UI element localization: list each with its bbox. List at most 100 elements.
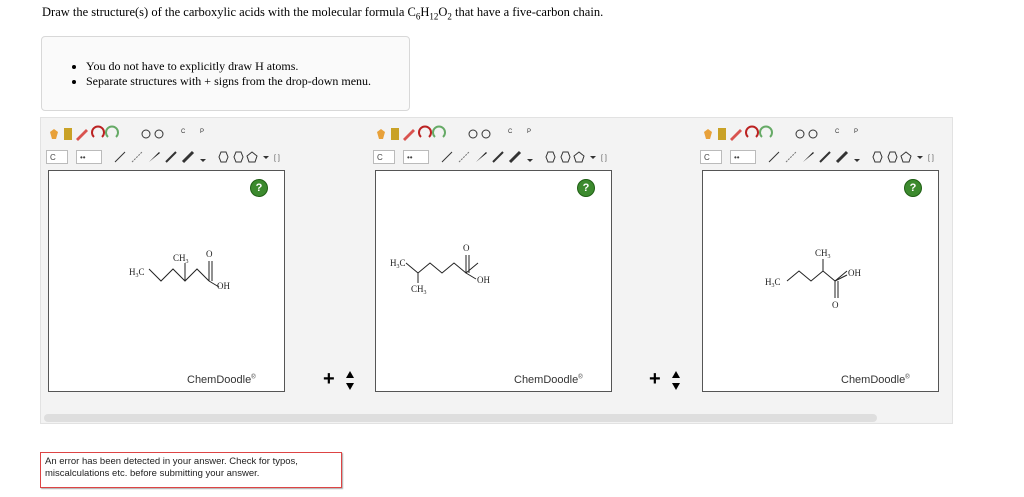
atom-h3c: H3C (390, 258, 406, 270)
ring-tools[interactable]: [ ] (870, 150, 940, 164)
atom-ch3: CH3 (815, 248, 831, 260)
paste-icon: P (200, 129, 204, 135)
chevron-updown-icon (346, 371, 354, 390)
zoom-in-icon (468, 129, 478, 139)
atom-o: O (463, 243, 470, 253)
bond-dots-select[interactable]: •• (730, 150, 756, 164)
bracket-icon: [ ] (928, 155, 934, 162)
benzene-icon (887, 151, 898, 163)
wedge-bond-icon (803, 152, 814, 162)
wedge-bond-icon (476, 152, 487, 162)
molecule-structure: H3C CH3 O OH (129, 249, 230, 291)
ring-tools[interactable]: [ ] (543, 150, 613, 164)
chemdoodle-logo: ChemDoodle® (841, 374, 910, 386)
bond-tools[interactable] (766, 150, 866, 164)
cyclopentane-icon (900, 151, 912, 163)
pencil-icon (76, 129, 88, 141)
zoom-out-icon (481, 129, 491, 139)
chevron-down-icon (917, 156, 923, 159)
hint-box: You do not have to explicitly draw H ato… (41, 36, 410, 111)
chevron-down-icon (590, 156, 596, 159)
atom-oh: OH (217, 281, 230, 291)
cyclohexane-icon (545, 151, 556, 163)
undo-icon (418, 125, 432, 138)
element-select[interactable]: C (700, 150, 722, 164)
undo-icon (745, 125, 759, 138)
zoom-in-icon (795, 129, 805, 139)
paste-icon: P (854, 129, 858, 135)
drawing-canvas[interactable]: ? H3C CH3 O OH ChemDoodle® (375, 170, 612, 392)
dash-bond-icon (785, 151, 797, 163)
bond-tools[interactable] (439, 150, 539, 164)
single-bond-icon (441, 151, 453, 163)
hand-icon (377, 129, 385, 139)
error-message: An error has been detected in your answe… (40, 452, 342, 488)
bond-dots-select[interactable]: •• (403, 150, 429, 164)
molecule-structure: H3C CH3 O OH (390, 243, 490, 296)
triple-bond-icon (181, 150, 195, 164)
atom-oh: OH (477, 275, 490, 285)
editor-toolbar-bottom[interactable]: C •• [ ] (46, 148, 286, 166)
undo-icon (91, 125, 105, 138)
separator-select[interactable]: + (649, 368, 689, 392)
chemdoodle-logo: ChemDoodle® (514, 374, 583, 386)
triple-bond-icon (508, 150, 522, 164)
single-bond-icon (114, 151, 126, 163)
dash-bond-icon (458, 151, 470, 163)
copy-icon: C (181, 129, 186, 135)
atom-h3c: H3C (129, 267, 145, 279)
paste-icon: P (527, 129, 531, 135)
bond-dots-select[interactable]: •• (76, 150, 102, 164)
plus-icon: + (323, 368, 335, 390)
chemdoodle-logo: ChemDoodle® (187, 374, 256, 386)
cyclopentane-icon (573, 151, 585, 163)
pencil-icon (403, 129, 415, 141)
redo-icon (432, 125, 446, 138)
zoom-in-icon (141, 129, 151, 139)
editor-toolbar-bottom[interactable]: C •• [ ] (373, 148, 613, 166)
atom-o: O (206, 249, 213, 259)
double-bond-icon (492, 151, 504, 163)
cyclohexane-icon (218, 151, 229, 163)
hand-icon (704, 129, 712, 139)
cyclohexane-icon (872, 151, 883, 163)
answer-area: C P C •• [ ] ? H3C CH3 O OH ChemDoodle® … (40, 117, 953, 424)
drawing-canvas[interactable]: ? CH3 OH H3C O ChemDoodle® (702, 170, 939, 392)
horizontal-scrollbar[interactable] (44, 414, 877, 422)
copy-icon: C (835, 129, 840, 135)
drawing-canvas[interactable]: ? H3C CH3 O OH ChemDoodle® (48, 170, 285, 392)
benzene-icon (233, 151, 244, 163)
single-bond-icon (768, 151, 780, 163)
chevron-down-icon (263, 156, 269, 159)
zoom-out-icon (808, 129, 818, 139)
editor-toolbar-top[interactable]: C P (46, 123, 286, 145)
redo-icon (759, 125, 773, 138)
question-text: Draw the structure(s) of the carboxylic … (42, 5, 604, 22)
ring-tools[interactable]: [ ] (216, 150, 286, 164)
chevron-down-icon (200, 159, 206, 162)
redo-icon (105, 125, 119, 138)
wedge-bond-icon (149, 152, 160, 162)
editor-toolbar-top[interactable]: C P (373, 123, 613, 145)
chevron-down-icon (854, 159, 860, 162)
bracket-icon: [ ] (601, 155, 607, 162)
hand-icon (50, 129, 58, 139)
chevron-updown-icon (672, 371, 680, 390)
element-select[interactable]: C (46, 150, 68, 164)
atom-ch3: CH3 (411, 284, 427, 296)
double-bond-icon (165, 151, 177, 163)
separator-select[interactable]: + (323, 368, 363, 392)
plus-icon: + (649, 368, 661, 390)
bracket-icon: [ ] (274, 155, 280, 162)
editor-toolbar-bottom[interactable]: C •• [ ] (700, 148, 940, 166)
pencil-icon (730, 129, 742, 141)
cyclopentane-icon (246, 151, 258, 163)
atom-o: O (832, 300, 839, 310)
copy-icon: C (508, 129, 513, 135)
bond-tools[interactable] (112, 150, 212, 164)
hint-item: You do not have to explicitly draw H ato… (86, 59, 409, 74)
element-select[interactable]: C (373, 150, 395, 164)
editor-toolbar-top[interactable]: C P (700, 123, 940, 145)
hint-item: Separate structures with + signs from th… (86, 74, 409, 89)
molecule-structure: CH3 OH H3C O (765, 248, 861, 310)
